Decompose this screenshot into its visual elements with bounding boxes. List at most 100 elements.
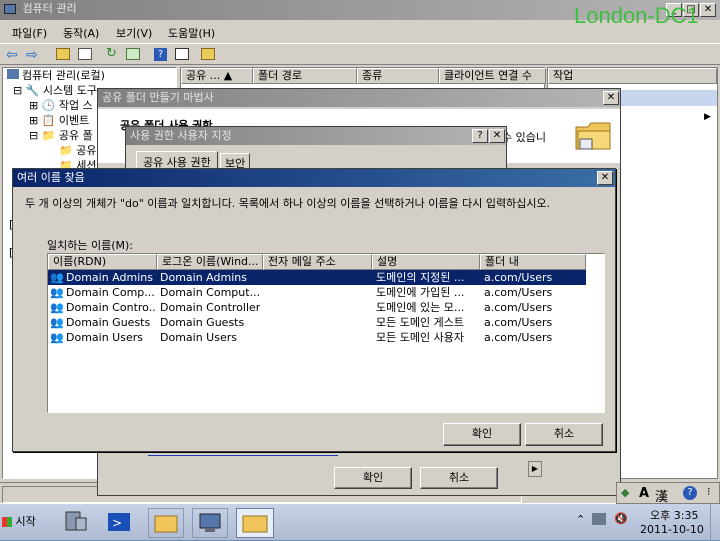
properties-icon[interactable] (175, 48, 189, 60)
svg-text:>: > (112, 516, 122, 530)
multi-close-button[interactable]: ✕ (597, 171, 613, 185)
clock-time[interactable]: 오후 3:35 (650, 507, 698, 523)
server-watermark: London-DC1 (574, 3, 699, 28)
multi-ok-button[interactable]: 확인 (443, 423, 521, 446)
start-button[interactable]: 시작 (2, 508, 46, 536)
show-tree-icon[interactable] (78, 48, 92, 60)
row-folder: a.com/Users (484, 316, 553, 329)
row-logon: Domain Comput... (160, 286, 260, 299)
perm-close-button[interactable]: ✕ (489, 129, 505, 143)
taskbar-server-manager-icon[interactable] (60, 508, 90, 536)
wizard-link-line (148, 455, 338, 456)
row-description: 도메인의 지정된 ... (376, 271, 465, 284)
col-folder-path[interactable]: 폴더 경로 (253, 68, 357, 84)
row-description: 도메인에 있는 모... (376, 301, 465, 314)
match-list-label: 일치하는 이름(M): (47, 239, 133, 252)
col-logon-name[interactable]: 로그온 이름(Wind... (157, 254, 263, 270)
row-description: 모든 도메인 사용자 (376, 331, 464, 344)
col-description[interactable]: 설명 (372, 254, 480, 270)
clock-date[interactable]: 2011-10-10 (640, 523, 704, 536)
menu-view[interactable]: 보기(V) (116, 25, 152, 41)
row-name: Domain Admins (66, 271, 153, 284)
multi-cancel-button[interactable]: 취소 (525, 423, 603, 446)
table-row[interactable]: 👥 Domain Users Domain Users 모든 도메인 사용자 a… (48, 330, 586, 345)
tray-expand-icon[interactable]: ⌃ (576, 513, 585, 526)
language-bar: ◆ A 漢 ? ⁝ (616, 482, 720, 505)
tree-shares[interactable]: 📁 공유 (59, 143, 96, 158)
main-close-button[interactable]: ✕ (700, 3, 716, 17)
toolbar: ⇦ ⇨ ↻ ? (0, 43, 720, 65)
wizard-close-button[interactable]: ✕ (603, 91, 619, 105)
windows-logo-icon (2, 517, 12, 527)
multi-title: 여러 이름 찾음 (17, 171, 85, 184)
table-row[interactable]: 👥 Domain Comp... Domain Comput... 도메인에 가… (48, 285, 586, 300)
perm-title: 사용 권한 사용자 지정 (130, 129, 232, 142)
col-rdn-name[interactable]: 이름(RDN) (48, 254, 157, 270)
taskbar-shared-folder-wizard-icon[interactable] (236, 508, 274, 538)
wizard-ok-button[interactable]: 확인 (334, 467, 412, 489)
help-icon[interactable]: ? (154, 48, 167, 61)
computer-management-icon (4, 4, 16, 14)
tree-task-scheduler[interactable]: ⊞ 🕒 작업 스 (29, 98, 93, 113)
row-name: Domain Guests (66, 316, 151, 329)
actions-header: 작업 (548, 68, 717, 84)
perm-help-button[interactable]: ? (472, 129, 488, 143)
row-logon: Domain Controllers (160, 301, 260, 314)
menu-file[interactable]: 파일(F) (12, 25, 47, 41)
tab-security[interactable]: 보안 (220, 153, 251, 170)
main-window-title: 컴퓨터 관리 (22, 2, 77, 15)
tools-icon: 🔧 (25, 84, 40, 97)
col-type[interactable]: 종류 (357, 68, 439, 84)
multiple-names-found-dialog: 여러 이름 찾음 ✕ 두 개 이상의 개체가 "do" 이름과 일치합니다. 목… (12, 168, 616, 452)
taskbar-computer-management-icon[interactable] (192, 508, 228, 538)
up-folder-icon[interactable] (56, 48, 70, 60)
share-icon: 📁 (59, 144, 73, 157)
share-icon[interactable] (201, 48, 215, 60)
menu-help[interactable]: 도움말(H) (168, 25, 215, 41)
refresh-icon[interactable]: ↻ (106, 46, 117, 61)
shared-folder-icon: 📁 (41, 129, 56, 142)
taskbar-powershell-icon[interactable]: > (104, 508, 134, 536)
row-description: 모든 도메인 게스트 (376, 316, 464, 329)
row-folder: a.com/Users (484, 271, 553, 284)
network-icon[interactable] (592, 513, 606, 525)
col-client-connections[interactable]: 클라이언트 연결 수 (439, 68, 546, 84)
row-logon: Domain Guests (160, 316, 245, 329)
lang-han[interactable]: 漢 (655, 486, 668, 505)
tree-root[interactable]: 컴퓨터 관리(로컬) (7, 68, 105, 83)
row-logon: Domain Users (160, 331, 237, 344)
tree-shared-folders[interactable]: ⊟ 📁 공유 폴 (29, 128, 93, 143)
menu-action[interactable]: 동작(A) (63, 25, 99, 41)
col-share-name[interactable]: 공유 ... ▲ (181, 68, 253, 84)
multi-titlebar: 여러 이름 찾음 (13, 169, 615, 187)
wizard-cancel-button[interactable]: 취소 (420, 467, 498, 489)
volume-muted-icon[interactable]: 🔇 (614, 512, 628, 525)
user-group-icon: 👥 (50, 286, 64, 299)
col-in-folder[interactable]: 폴더 내 (480, 254, 586, 270)
col-email[interactable]: 전자 메일 주소 (263, 254, 372, 270)
tab-share-permissions[interactable]: 공유 사용 권한 (136, 151, 218, 169)
language-options-icon[interactable]: ⁝ (707, 485, 711, 498)
user-group-icon: 👥 (50, 301, 64, 314)
expand-arrow-icon[interactable]: ▶ (704, 112, 711, 122)
user-group-icon: 👥 (50, 331, 64, 344)
taskbar-explorer-icon[interactable] (148, 508, 184, 538)
forward-arrow-icon[interactable]: ⇨ (26, 47, 38, 63)
user-group-icon: 👥 (50, 271, 64, 284)
multi-message: 두 개 이상의 개체가 "do" 이름과 일치합니다. 목록에서 하나 이상의 … (25, 197, 551, 210)
row-description: 도메인에 가입된 ... (376, 286, 465, 299)
back-arrow-icon[interactable]: ⇦ (6, 47, 18, 63)
wizard-scroll-arrow[interactable]: ▶ (528, 461, 542, 477)
tree-event-viewer[interactable]: ⊞ 📋 이벤트 (29, 113, 89, 128)
shared-folder-icon (574, 119, 614, 153)
table-row[interactable]: 👥 Domain Admins Domain Admins 도메인의 지정된 .… (48, 270, 586, 285)
table-row[interactable]: 👥 Domain Guests Domain Guests 모든 도메인 게스트… (48, 315, 586, 330)
ime-icon[interactable]: ◆ (621, 486, 629, 499)
lang-a[interactable]: A (639, 486, 649, 501)
tree-system-tools[interactable]: ⊟ 🔧 시스템 도구 (13, 83, 97, 98)
export-icon[interactable] (126, 48, 140, 60)
show-desktop-button[interactable] (710, 504, 720, 541)
table-row[interactable]: 👥 Domain Contro... Domain Controllers 도메… (48, 300, 586, 315)
match-list[interactable]: 이름(RDN) 로그온 이름(Wind... 전자 메일 주소 설명 폴더 내 … (47, 253, 605, 413)
help-circle-icon[interactable]: ? (683, 486, 697, 500)
